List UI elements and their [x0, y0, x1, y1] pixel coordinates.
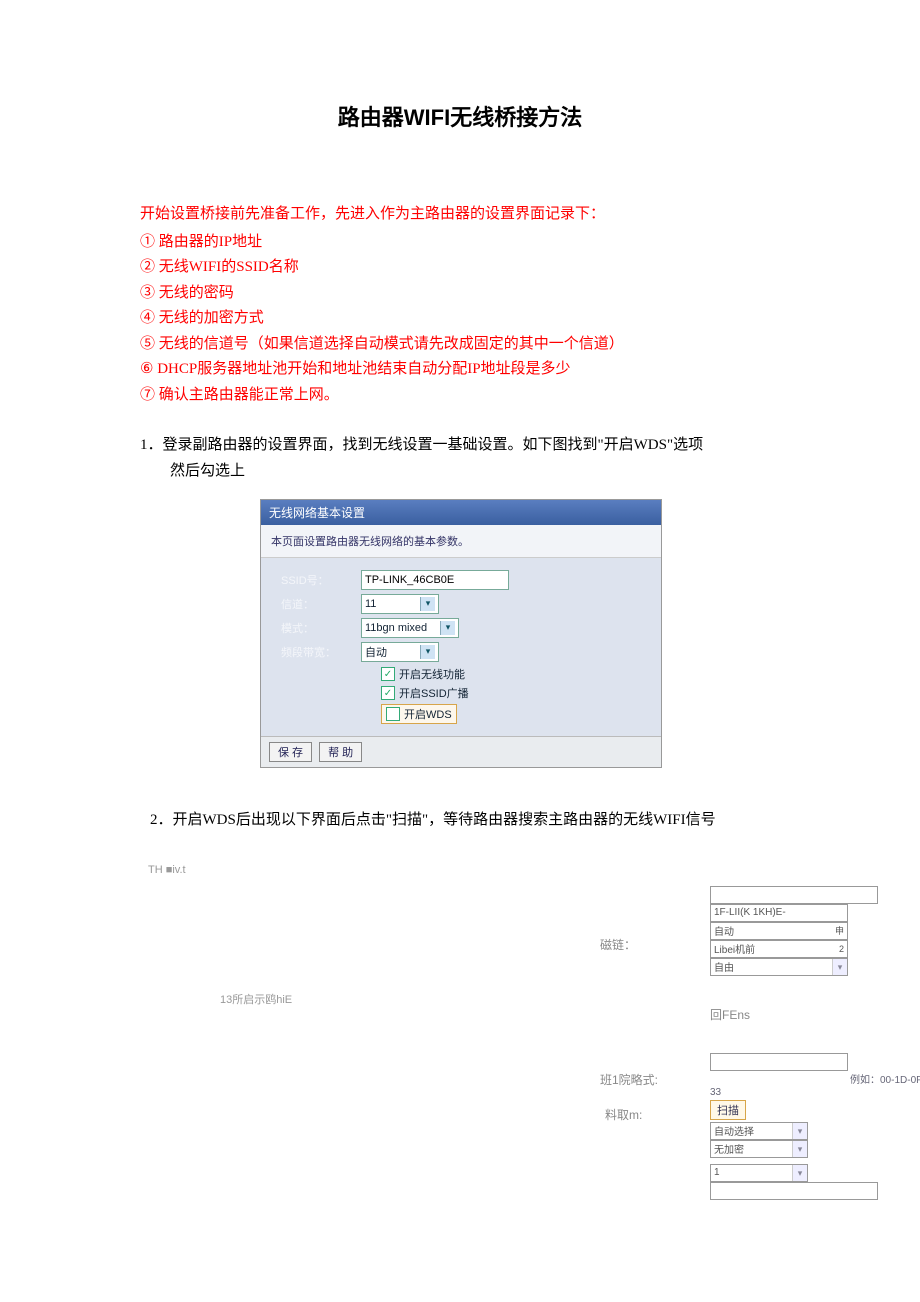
- prep-item: ⑦ 确认主路由器能正常上网。: [140, 383, 780, 409]
- prep-item: ③ 无线的密码: [140, 281, 780, 307]
- cb-wireless-label: 开启无线功能: [399, 666, 465, 682]
- select[interactable]: 1▾: [710, 1164, 808, 1182]
- chevron-down-icon: ▾: [792, 1141, 807, 1157]
- label-qum: 料取m:: [605, 1106, 642, 1123]
- mode-select[interactable]: 11bgn mixed▾: [361, 618, 459, 638]
- wds-highlight: ✓ 开启WDS: [381, 704, 457, 724]
- select[interactable]: 自由▾: [710, 958, 848, 976]
- screenshot-wds-scan: TH ■iv.t 13所启示鸥hiE 磁链： 班1院略式: 料取m: 1F-LI…: [140, 864, 780, 1166]
- ssid-input[interactable]: [361, 570, 509, 590]
- field[interactable]: [710, 886, 878, 904]
- prep-item: ② 无线WIFI的SSID名称: [140, 255, 780, 281]
- chevron-down-icon: ▾: [792, 1165, 807, 1181]
- prep-item: ⑥ DHCP服务器地址池开始和地址池结束自动分配IP地址段是多少: [140, 357, 780, 383]
- cb-ssid-label: 开启SSID广播: [399, 685, 469, 701]
- select[interactable]: 自动申: [710, 922, 848, 940]
- garbled-text: TH ■iv.t: [148, 864, 780, 876]
- label-key: 班1院略式:: [600, 1071, 658, 1088]
- field[interactable]: Libei机前2: [710, 940, 848, 958]
- garbled-text: 回FEns: [710, 1006, 920, 1023]
- label-ci: 磁链：: [600, 936, 636, 953]
- prep-item: ⑤ 无线的信道号（如果信道选择自动模式请先改成固定的其中一个信道）: [140, 332, 780, 358]
- band-label: 频段带宽：: [281, 644, 361, 660]
- bssid-input[interactable]: [710, 1053, 848, 1071]
- chevron-down-icon: ▾: [420, 597, 435, 611]
- mode-label: 模式：: [281, 620, 361, 636]
- ssid-label: SSID号：: [281, 572, 361, 588]
- step2: 2．开启WDS后出现以下界面后点击"扫描"，等待路由器搜索主路由器的无线WIFI…: [150, 808, 780, 834]
- chevron-down-icon: ▾: [832, 959, 847, 975]
- checkbox-wds[interactable]: ✓: [386, 707, 400, 721]
- checkbox-ssid-broadcast[interactable]: ✓: [381, 686, 395, 700]
- example-text: 例如：00-1D-0F-11-22-33: [710, 1075, 920, 1098]
- field[interactable]: [710, 1182, 878, 1200]
- channel-select[interactable]: 11▾: [361, 594, 439, 614]
- panel-desc: 本页面设置路由器无线网络的基本参数。: [261, 525, 661, 558]
- select[interactable]: 自动选择▾: [710, 1122, 808, 1140]
- field[interactable]: 1F-LII(K 1KH)E-: [710, 904, 848, 922]
- checkbox-wireless[interactable]: ✓: [381, 667, 395, 681]
- prep-item: ④ 无线的加密方式: [140, 306, 780, 332]
- panel-header: 无线网络基本设置: [261, 500, 661, 525]
- step1-line2: 然后勾选上: [140, 459, 780, 485]
- select[interactable]: 无加密▾: [710, 1140, 808, 1158]
- prep-item: ① 路由器的IP地址: [140, 230, 780, 256]
- chevron-down-icon: ▾: [420, 645, 435, 659]
- channel-label: 信道：: [281, 596, 361, 612]
- prep-block: 开始设置桥接前先准备工作，先进入作为主路由器的设置界面记录下： ① 路由器的IP…: [140, 202, 780, 408]
- chevron-down-icon: ▾: [792, 1123, 807, 1139]
- scan-button[interactable]: 扫描: [710, 1100, 746, 1120]
- help-button[interactable]: 帮 助: [319, 742, 362, 762]
- chevron-down-icon: ▾: [440, 621, 455, 635]
- step1: 1．登录副路由器的设置界面，找到无线设置一基础设置。如下图找到"开启WDS"选项…: [140, 433, 780, 484]
- prep-intro: 开始设置桥接前先准备工作，先进入作为主路由器的设置界面记录下：: [140, 202, 780, 228]
- garbled-text: 13所启示鸥hiE: [220, 991, 292, 1007]
- band-select[interactable]: 自动▾: [361, 642, 439, 662]
- save-button[interactable]: 保 存: [269, 742, 312, 762]
- step1-line1: 1．登录副路由器的设置界面，找到无线设置一基础设置。如下图找到"开启WDS"选项: [140, 433, 780, 459]
- screenshot-wireless-basic: 无线网络基本设置 本页面设置路由器无线网络的基本参数。 SSID号： 信道： 1…: [260, 499, 662, 768]
- doc-title: 路由器WIFI无线桥接方法: [140, 100, 780, 132]
- cb-wds-label: 开启WDS: [404, 706, 452, 722]
